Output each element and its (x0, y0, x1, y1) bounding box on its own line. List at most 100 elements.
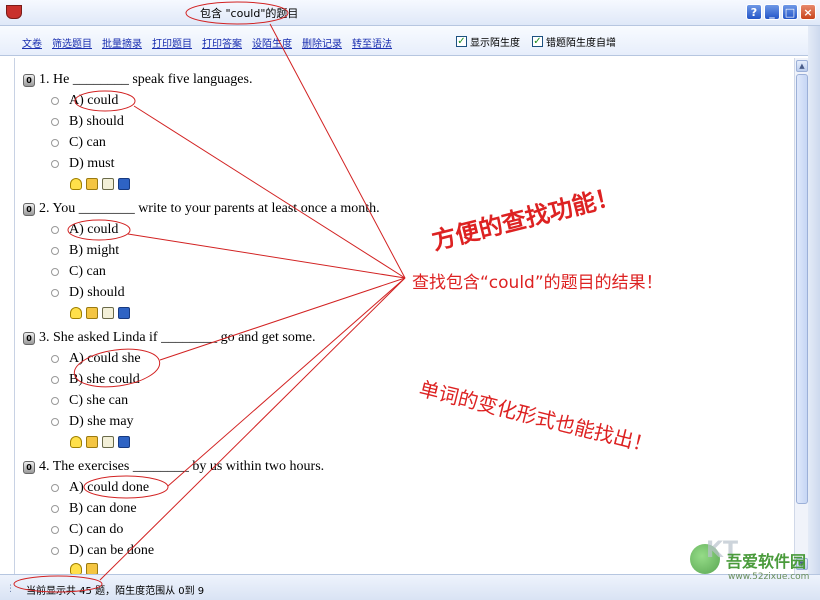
note-icon[interactable] (102, 307, 114, 319)
option-a[interactable]: A) could (51, 93, 118, 109)
help-button[interactable]: ? (746, 4, 762, 20)
unfamiliarity-badge: 0 (23, 203, 35, 216)
option-label: D) must (69, 156, 115, 171)
option-label: A) could (69, 93, 119, 108)
option-b[interactable]: B) she could (51, 372, 140, 388)
option-b[interactable]: B) should (51, 114, 124, 130)
menu-item-set-unfamiliarity[interactable]: 设陌生度 (252, 35, 292, 50)
note-icon[interactable] (102, 178, 114, 190)
option-c[interactable]: C) can do (51, 522, 123, 538)
watermark-url: www.52zixue.com (728, 572, 810, 582)
wrong-auto-increase-checkbox[interactable]: ✓ (532, 36, 543, 47)
minimize-button[interactable]: _ (764, 4, 780, 20)
radio-button[interactable] (51, 547, 59, 555)
unfamiliarity-badge: 0 (23, 74, 35, 87)
menu-item-print-answers[interactable]: 打印答案 (202, 35, 242, 50)
radio-button[interactable] (51, 376, 59, 384)
option-c[interactable]: C) can (51, 264, 106, 280)
option-d[interactable]: D) must (51, 156, 115, 172)
save-icon[interactable] (118, 307, 130, 319)
window-frame (808, 26, 820, 574)
title-bar: 包含 "could"的题目 ? _ □ × (0, 0, 820, 26)
radio-button[interactable] (51, 526, 59, 534)
option-label: D) should (69, 285, 125, 300)
grip-icon: ⋮ (6, 584, 15, 594)
star-icon[interactable] (86, 436, 98, 448)
option-d[interactable]: D) she may (51, 414, 134, 430)
watermark: KT 吾爱软件园 www.52zixue.com (690, 538, 812, 594)
option-b[interactable]: B) might (51, 243, 119, 259)
lightbulb-icon[interactable] (70, 307, 82, 319)
question-text: 4. The exercises ________ by us within t… (39, 459, 325, 474)
question-actions (70, 178, 130, 190)
question-text: 2. You ________ write to your parents at… (39, 201, 380, 216)
radio-button[interactable] (51, 484, 59, 492)
lightbulb-icon[interactable] (70, 178, 82, 190)
window-controls: ? _ □ × (746, 4, 816, 20)
maximize-button[interactable]: □ (782, 4, 798, 20)
option-label: A) could (69, 222, 119, 237)
result-annotation: 查找包含“could”的题目的结果！ (412, 273, 663, 293)
option-label: A) could done (69, 480, 150, 495)
menu-item-print-questions[interactable]: 打印题目 (152, 35, 192, 50)
lightbulb-icon[interactable] (70, 436, 82, 448)
app-icon (6, 5, 22, 19)
question-text: 1. He ________ speak five languages. (39, 72, 253, 87)
radio-button[interactable] (51, 160, 59, 168)
scroll-up-icon[interactable]: ▲ (796, 60, 808, 72)
scroll-thumb[interactable] (796, 74, 808, 504)
option-label: B) she could (69, 372, 140, 387)
watermark-brand: 吾爱软件园 (726, 552, 807, 571)
option-c[interactable]: C) can (51, 135, 106, 151)
toolbar-options: ✓ 显示陌生度 ✓ 错题陌生度自增 (456, 34, 616, 49)
menu-item-goto-grammar[interactable]: 转至语法 (352, 35, 392, 50)
option-a[interactable]: A) could done (51, 480, 149, 496)
radio-button[interactable] (51, 247, 59, 255)
option-label: A) could she (69, 351, 141, 366)
wrong-auto-increase-option[interactable]: ✓ 错题陌生度自增 (532, 34, 616, 49)
menu-item-batch-extract[interactable]: 批量摘录 (102, 35, 142, 50)
question-actions (70, 307, 130, 319)
option-label: C) can (69, 135, 106, 150)
save-icon[interactable] (118, 178, 130, 190)
radio-button[interactable] (51, 118, 59, 126)
option-label: B) can done (69, 501, 137, 516)
question-list: 0 1. He ________ speak five languages. A… (14, 58, 794, 575)
option-a[interactable]: A) could (51, 222, 118, 238)
show-unfamiliarity-option[interactable]: ✓ 显示陌生度 (456, 34, 520, 49)
wrong-auto-increase-label: 错题陌生度自增 (546, 38, 616, 49)
unfamiliarity-badge: 0 (23, 461, 35, 474)
radio-button[interactable] (51, 418, 59, 426)
option-label: C) can (69, 264, 106, 279)
radio-button[interactable] (51, 289, 59, 297)
option-label: D) can be done (69, 543, 155, 558)
radio-button[interactable] (51, 355, 59, 363)
status-text: 当前显示共 45 题，陌生度范围从 0到 9 (26, 586, 205, 597)
menu-item-delete-records[interactable]: 删除记录 (302, 35, 342, 50)
question-text: 3. She asked Linda if ________ go and ge… (39, 330, 316, 345)
note-icon[interactable] (102, 436, 114, 448)
radio-button[interactable] (51, 97, 59, 105)
option-label: B) should (69, 114, 124, 129)
star-icon[interactable] (86, 307, 98, 319)
radio-button[interactable] (51, 397, 59, 405)
option-c[interactable]: C) she can (51, 393, 128, 409)
radio-button[interactable] (51, 139, 59, 147)
menu-item-paper[interactable]: 文卷 (22, 35, 42, 50)
question-actions (70, 436, 130, 448)
show-unfamiliarity-checkbox[interactable]: ✓ (456, 36, 467, 47)
radio-button[interactable] (51, 226, 59, 234)
option-a[interactable]: A) could she (51, 351, 141, 367)
option-b[interactable]: B) can done (51, 501, 137, 517)
vertical-scrollbar[interactable]: ▲ ▼ (794, 58, 808, 574)
star-icon[interactable] (86, 178, 98, 190)
option-label: D) she may (69, 414, 134, 429)
option-d[interactable]: D) should (51, 285, 125, 301)
radio-button[interactable] (51, 268, 59, 276)
close-button[interactable]: × (800, 4, 816, 20)
save-icon[interactable] (118, 436, 130, 448)
option-d[interactable]: D) can be done (51, 543, 154, 559)
menu-item-filter[interactable]: 筛选题目 (52, 35, 92, 50)
radio-button[interactable] (51, 505, 59, 513)
option-label: C) she can (69, 393, 129, 408)
